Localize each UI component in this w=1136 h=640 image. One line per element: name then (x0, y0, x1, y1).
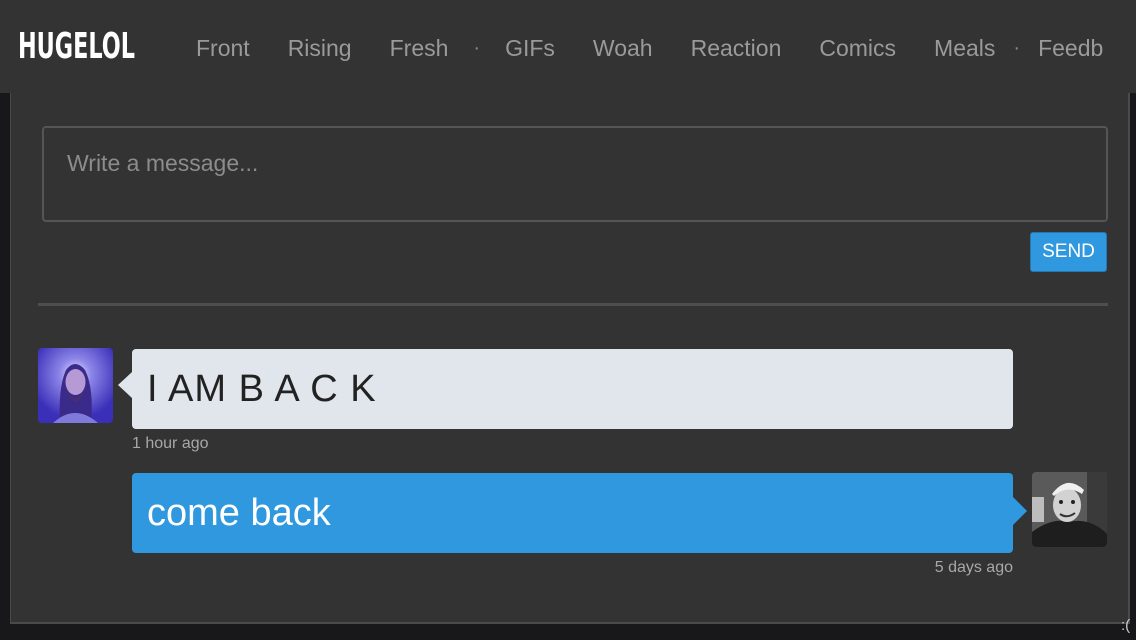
bubble-tail (118, 372, 132, 398)
divider (38, 303, 1108, 306)
user-avatar-sailor-icon (1032, 472, 1107, 547)
nav-separator: · (473, 37, 481, 59)
nav-woah[interactable]: Woah (593, 34, 653, 62)
send-button[interactable]: SEND (1030, 232, 1107, 272)
message-bubble-incoming: I AM B A C K (132, 349, 1013, 429)
site-logo[interactable]: HUGELOL (18, 27, 135, 67)
chat-panel: SEND I AM B A C K 1 hour ago come back (10, 93, 1130, 624)
avatar[interactable] (38, 348, 113, 423)
nav-separator: · (1013, 37, 1021, 59)
nav-fresh[interactable]: Fresh (390, 34, 449, 62)
message-bubble-outgoing: come back (132, 473, 1013, 553)
nav-gifs[interactable]: GIFs (505, 34, 555, 62)
bubble-tail (1013, 497, 1027, 525)
nav-front[interactable]: Front (196, 34, 250, 62)
nav-rising[interactable]: Rising (288, 34, 352, 62)
message-timestamp: 1 hour ago (132, 435, 209, 452)
message-text: I AM B A C K (147, 367, 377, 410)
message-input[interactable] (42, 126, 1108, 222)
message-text: come back (147, 491, 331, 534)
user-avatar-robed-figure-icon (38, 348, 113, 423)
nav-reaction[interactable]: Reaction (691, 34, 782, 62)
nav-comics[interactable]: Comics (819, 34, 896, 62)
corner-emoticon: :( (1121, 617, 1131, 634)
avatar[interactable] (1032, 472, 1107, 547)
nav-meals[interactable]: Meals (934, 34, 995, 62)
nav-feedback[interactable]: Feedb (1038, 34, 1103, 62)
message-timestamp: 5 days ago (934, 559, 1013, 576)
main-nav: Front Rising Fresh · GIFs Woah Reaction … (196, 34, 1103, 62)
top-navigation-bar: HUGELOL Front Rising Fresh · GIFs Woah R… (0, 0, 1136, 93)
page-gutter (0, 93, 10, 640)
